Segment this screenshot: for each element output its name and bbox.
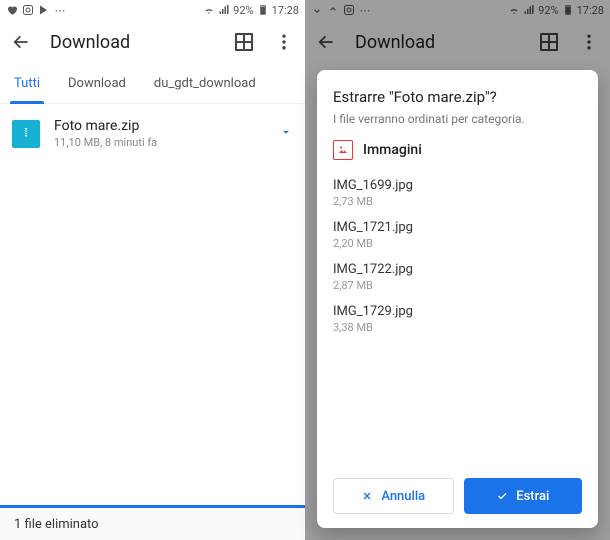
grid-view-button[interactable] (233, 31, 255, 53)
signal-icon (218, 4, 230, 16)
app-bar: Download (0, 20, 305, 64)
file-size: 2,73 MB (333, 195, 582, 208)
file-meta: 11,10 MB, 8 minuti fa (54, 136, 265, 149)
extract-button[interactable]: Estrai (464, 478, 583, 514)
battery-icon (257, 4, 269, 16)
status-bar: ⋯ 92% 17:28 (0, 0, 305, 20)
tab-du-gdt-download[interactable]: du_gdt_download (140, 64, 270, 103)
file-name: IMG_1699.jpg (333, 178, 582, 193)
file-name: IMG_1721.jpg (333, 220, 582, 235)
image-category-icon (333, 140, 353, 160)
category-label: Immagini (363, 142, 422, 158)
cancel-label: Annulla (381, 489, 425, 504)
dialog-subtitle: I file verranno ordinati per categoria. (333, 112, 582, 126)
extract-dialog: Estrarre "Foto mare.zip"? I file verrann… (317, 70, 598, 528)
tab-download[interactable]: Download (54, 64, 140, 103)
category-header: Immagini (333, 140, 582, 160)
snackbar: 1 file eliminato (0, 508, 305, 540)
file-name: IMG_1729.jpg (333, 304, 582, 319)
list-item: IMG_1729.jpg 3,38 MB (333, 304, 582, 334)
dialog-title: Estrarre "Foto mare.zip"? (333, 88, 582, 106)
page-title: Download (50, 32, 215, 53)
dialog-actions: Annulla Estrai (333, 478, 582, 514)
wifi-icon (203, 4, 215, 16)
file-name: Foto mare.zip (54, 118, 265, 134)
file-name: IMG_1722.jpg (333, 262, 582, 277)
right-pane: ⋯ 92% 17:28 Download Estrarre "Foto mare… (305, 0, 610, 540)
heart-icon (6, 4, 18, 16)
cancel-button[interactable]: Annulla (333, 478, 454, 514)
expand-button[interactable] (279, 124, 293, 143)
file-size: 2,20 MB (333, 237, 582, 250)
more-status-icon: ⋯ (54, 4, 66, 16)
list-item: IMG_1722.jpg 2,87 MB (333, 262, 582, 292)
dialog-file-list: IMG_1699.jpg 2,73 MB IMG_1721.jpg 2,20 M… (333, 170, 582, 470)
play-store-icon (38, 4, 50, 16)
list-item: IMG_1699.jpg 2,73 MB (333, 178, 582, 208)
zip-file-icon (12, 120, 40, 148)
left-pane: ⋯ 92% 17:28 Download Tutti Download du_g… (0, 0, 305, 540)
close-icon (361, 490, 373, 502)
battery-label: 92% (233, 4, 253, 17)
file-size: 3,38 MB (333, 321, 582, 334)
back-button[interactable] (10, 31, 32, 53)
file-row[interactable]: Foto mare.zip 11,10 MB, 8 minuti fa (0, 104, 305, 163)
clock-label: 17:28 (272, 4, 299, 17)
file-info: Foto mare.zip 11,10 MB, 8 minuti fa (54, 118, 265, 149)
file-size: 2,87 MB (333, 279, 582, 292)
instagram-icon (22, 4, 34, 16)
snackbar-text: 1 file eliminato (14, 517, 99, 532)
check-icon (496, 490, 508, 502)
list-item: IMG_1721.jpg 2,20 MB (333, 220, 582, 250)
tab-tutti[interactable]: Tutti (0, 64, 54, 103)
tabs: Tutti Download du_gdt_download (0, 64, 305, 104)
extract-label: Estrai (516, 489, 549, 504)
overflow-menu-button[interactable] (273, 31, 295, 53)
